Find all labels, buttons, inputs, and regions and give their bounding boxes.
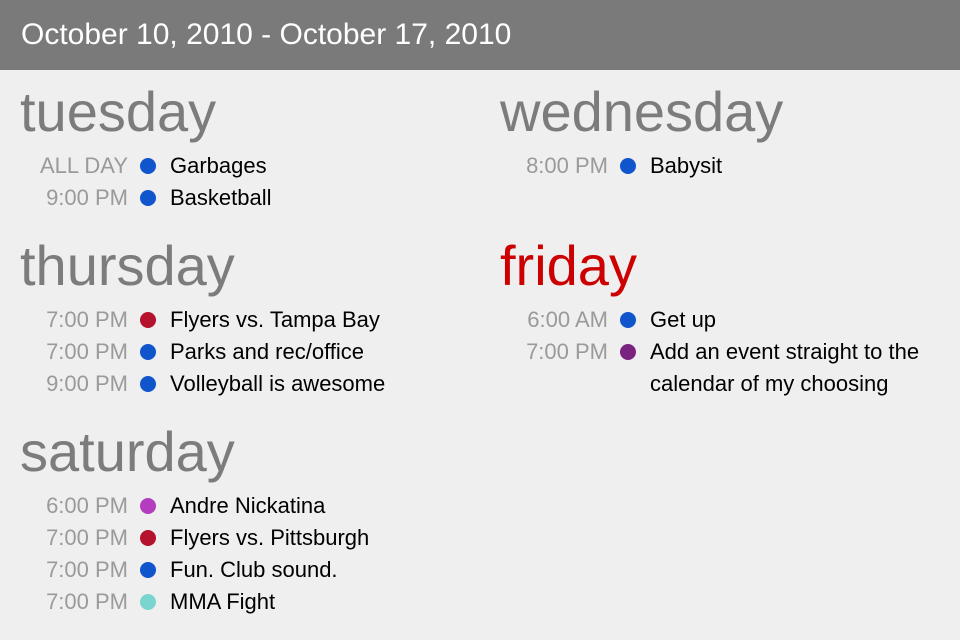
event-time: 6:00 PM xyxy=(46,493,128,518)
event-title: Babysit xyxy=(650,153,723,178)
event-time: 8:00 PM xyxy=(526,153,608,178)
day-section-friday: friday 6:00 AM Get up 7:00 PM Add an eve… xyxy=(500,238,960,408)
event-title: Volleyball is awesome xyxy=(170,371,386,396)
event-title: Get up xyxy=(650,307,717,332)
event-row[interactable]: 8:00 PM Babysit xyxy=(500,150,960,182)
event-row[interactable]: 7:00 PM Flyers vs. Tampa Bay xyxy=(20,304,460,336)
day-section-tuesday: tuesday ALL DAY Garbages 9:00 PM Basketb… xyxy=(20,84,460,224)
event-title: Garbages xyxy=(170,153,267,178)
day-section-thursday: thursday 7:00 PM Flyers vs. Tampa Bay 7:… xyxy=(20,238,460,408)
event-time: 7:00 PM xyxy=(46,557,128,582)
event-title: Flyers vs. Tampa Bay xyxy=(170,307,380,332)
calendar-color-dot xyxy=(140,498,156,514)
event-time: 6:00 AM xyxy=(527,307,608,332)
event-title: Andre Nickatina xyxy=(170,493,326,518)
calendar-color-dot xyxy=(140,190,156,206)
day-heading-saturday: saturday xyxy=(20,420,235,483)
event-row[interactable]: 9:00 PM Volleyball is awesome xyxy=(20,368,460,400)
event-time: 7:00 PM xyxy=(46,525,128,550)
week-date-range-header: October 10, 2010 - October 17, 2010 xyxy=(0,0,960,70)
event-row[interactable]: 7:00 PM Add an event straight to the cal… xyxy=(500,336,960,400)
event-time: 9:00 PM xyxy=(46,371,128,396)
event-time: 7:00 PM xyxy=(526,339,608,364)
event-title: Fun. Club sound. xyxy=(170,557,338,582)
event-title-line1: Add an event straight to the xyxy=(650,339,920,364)
event-title: Parks and rec/office xyxy=(170,339,365,364)
event-title: MMA Fight xyxy=(170,589,276,614)
event-row[interactable]: 7:00 PM Parks and rec/office xyxy=(20,336,460,368)
event-time: 7:00 PM xyxy=(46,589,128,614)
event-row[interactable]: ALL DAY Garbages xyxy=(20,150,460,182)
event-time: 9:00 PM xyxy=(46,185,128,210)
calendar-color-dot xyxy=(140,562,156,578)
day-heading-friday-today: friday xyxy=(500,234,637,297)
event-title-line2: calendar of my choosing xyxy=(650,371,889,396)
event-row[interactable]: 7:00 PM Fun. Club sound. xyxy=(20,554,460,586)
event-row[interactable]: 9:00 PM Basketball xyxy=(20,182,460,214)
event-row[interactable]: 6:00 AM Get up xyxy=(500,304,960,336)
calendar-color-dot xyxy=(620,344,636,360)
calendar-color-dot xyxy=(620,312,636,328)
calendar-color-dot xyxy=(140,312,156,328)
event-row[interactable]: 7:00 PM MMA Fight xyxy=(20,586,460,618)
calendar-color-dot xyxy=(140,344,156,360)
calendar-color-dot xyxy=(140,530,156,546)
date-range-label: October 10, 2010 - October 17, 2010 xyxy=(21,18,512,51)
calendar-color-dot xyxy=(620,158,636,174)
event-time: ALL DAY xyxy=(39,153,128,178)
day-heading-tuesday: tuesday xyxy=(20,80,217,143)
day-heading-thursday: thursday xyxy=(20,234,235,297)
calendar-color-dot xyxy=(140,594,156,610)
event-title: Basketball xyxy=(170,185,272,210)
calendar-color-dot xyxy=(140,158,156,174)
day-section-wednesday: wednesday 8:00 PM Babysit xyxy=(500,84,960,194)
day-section-saturday: saturday 6:00 PM Andre Nickatina 7:00 PM… xyxy=(20,424,460,634)
calendar-color-dot xyxy=(140,376,156,392)
event-time: 7:00 PM xyxy=(46,339,128,364)
event-time: 7:00 PM xyxy=(46,307,128,332)
day-heading-wednesday: wednesday xyxy=(500,80,784,143)
event-row[interactable]: 6:00 PM Andre Nickatina xyxy=(20,490,460,522)
event-row[interactable]: 7:00 PM Flyers vs. Pittsburgh xyxy=(20,522,460,554)
event-title: Flyers vs. Pittsburgh xyxy=(170,525,370,550)
